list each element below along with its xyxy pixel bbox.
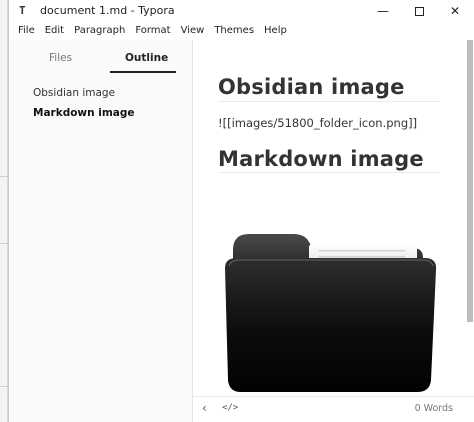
editor-scrollbar[interactable]: [465, 40, 474, 396]
maximize-button[interactable]: [401, 0, 437, 22]
heading-markdown-image[interactable]: Markdown image: [218, 147, 424, 171]
menu-help[interactable]: Help: [259, 22, 292, 40]
outline-item-markdown-image[interactable]: Markdown image: [33, 107, 135, 119]
menu-view[interactable]: View: [176, 22, 210, 40]
window-title: document 1.md - Typora: [40, 4, 175, 17]
tab-outline[interactable]: Outline: [125, 52, 168, 64]
menu-themes[interactable]: Themes: [209, 22, 259, 40]
menu-bar: File Edit Paragraph Format View Themes H…: [9, 22, 474, 40]
close-button[interactable]: ✕: [437, 0, 473, 22]
typora-app-icon: T: [19, 4, 26, 17]
title-bar[interactable]: T document 1.md - Typora — ✕: [9, 0, 474, 22]
minimize-icon: —: [377, 4, 389, 18]
heading-underline: [218, 101, 440, 102]
folder-icon[interactable]: [217, 230, 441, 396]
menu-paragraph[interactable]: Paragraph: [69, 22, 130, 40]
menu-file[interactable]: File: [13, 22, 40, 40]
menu-edit[interactable]: Edit: [40, 22, 69, 40]
scrollbar-thumb[interactable]: [467, 40, 473, 322]
toggle-sidebar-icon[interactable]: ‹: [202, 401, 207, 415]
sidebar: Files Outline Obsidian image Markdown im…: [9, 40, 193, 422]
status-bar: ‹ </> 0 Words: [193, 396, 474, 422]
heading-obsidian-image[interactable]: Obsidian image: [218, 75, 405, 99]
tab-files[interactable]: Files: [49, 52, 72, 64]
outline-item-obsidian-image[interactable]: Obsidian image: [33, 87, 115, 99]
typora-window: T document 1.md - Typora — ✕ File Edit P…: [8, 0, 474, 422]
minimize-button[interactable]: —: [365, 0, 401, 22]
source-code-mode-icon[interactable]: </>: [222, 403, 238, 413]
sidebar-tabs: Files Outline: [9, 52, 193, 74]
active-tab-indicator: [110, 71, 176, 73]
wiki-image-link-text[interactable]: ![[images/51800_folder_icon.png]]: [218, 116, 417, 130]
maximize-icon: [414, 6, 424, 16]
editor-area[interactable]: Obsidian image ![[images/51800_folder_ic…: [193, 40, 465, 396]
menu-format[interactable]: Format: [130, 22, 175, 40]
word-count[interactable]: 0 Words: [415, 403, 453, 414]
background-window-strip: [0, 0, 8, 422]
heading-underline: [218, 172, 440, 173]
close-icon: ✕: [449, 4, 461, 18]
